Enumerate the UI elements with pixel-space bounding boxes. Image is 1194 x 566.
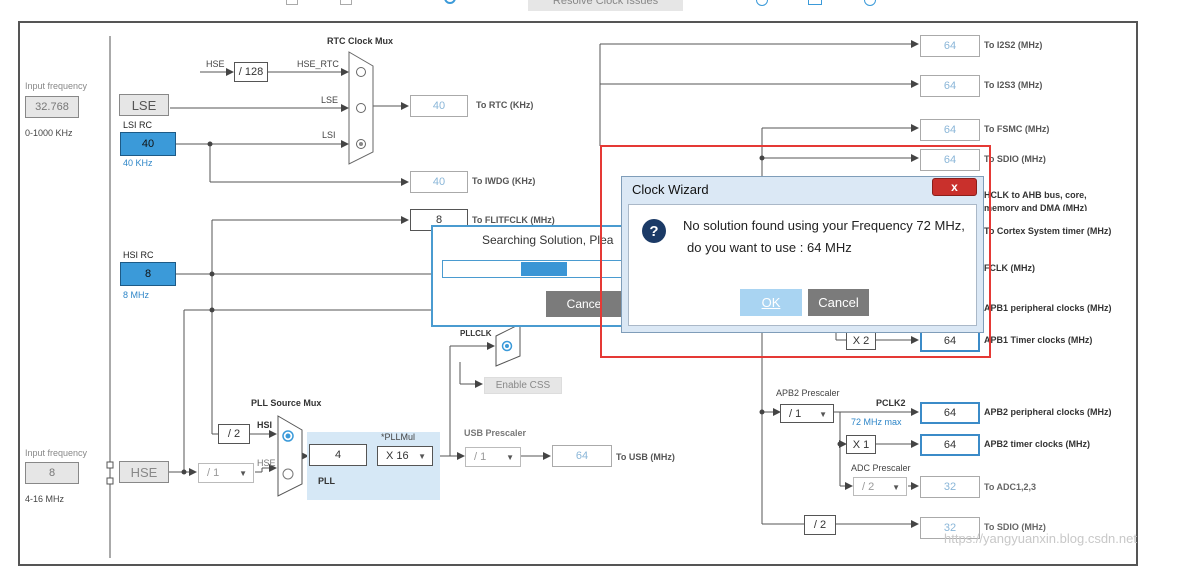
hsi-freq-label: 8 MHz	[123, 290, 150, 300]
sdio-output-label: To SDIO (MHz)	[984, 154, 1046, 164]
pll-hsi-input-label: HSI	[257, 420, 273, 430]
lse-input-frequency-field[interactable]: 32.768	[25, 96, 79, 118]
rtc-output-label: To RTC (KHz)	[476, 100, 534, 110]
i2s2-output-field[interactable]: 64	[920, 35, 980, 57]
chevron-down-icon: ▼	[892, 482, 900, 492]
highlight-frame	[600, 145, 991, 358]
usb-prescaler-select[interactable]: / 1 ▼	[465, 447, 521, 467]
chevron-down-icon: ▼	[239, 469, 247, 478]
lse-block[interactable]: LSE	[119, 94, 169, 116]
pll-source-mux-title: PLL Source Mux	[251, 398, 322, 408]
flitf-output-label: To FLITFCLK (MHz)	[472, 215, 555, 225]
hsi-div2-block: / 2	[218, 424, 250, 444]
iwdg-output-field[interactable]: 40	[410, 171, 468, 193]
lse-input-range: 0-1000 KHz	[25, 128, 73, 138]
hclk-label-line2: memory and DMA (MHz)	[984, 203, 1088, 211]
pclk2-label: PCLK2	[876, 398, 906, 408]
hse-rtc-label: HSE_RTC	[297, 59, 339, 69]
lsi-rc-label: LSI RC	[123, 120, 153, 130]
chevron-down-icon: ▼	[506, 453, 514, 462]
usb-output-label: To USB (MHz)	[616, 452, 675, 462]
rtc-lsi-input-label: LSI	[322, 130, 336, 140]
watermark: https://yangyuanxin.blog.csdn.net	[944, 531, 1137, 546]
hse-block[interactable]: HSE	[119, 461, 169, 483]
pclk2-max-label: 72 MHz max	[851, 417, 902, 427]
pll-hse-input-label: HSE	[257, 458, 276, 468]
pll-label: PLL	[318, 476, 335, 486]
apb2-prescaler-label: APB2 Prescaler	[776, 388, 840, 398]
hse-rtc-source-label: HSE	[206, 59, 225, 69]
fsmc-output-field[interactable]: 64	[920, 119, 980, 141]
chevron-down-icon: ▼	[418, 452, 426, 461]
i2s3-output-field[interactable]: 64	[920, 75, 980, 97]
pllmul-label: *PLLMul	[381, 432, 416, 442]
rtc-mux-title: RTC Clock Mux	[327, 36, 394, 46]
apb2-peripheral-field[interactable]: 64	[920, 402, 980, 424]
search-progress-fill	[521, 262, 567, 276]
apb2-peripheral-label: APB2 peripheral clocks (MHz)	[984, 407, 1112, 417]
cortex-timer-label: To Cortex System timer (MHz)	[984, 226, 1112, 236]
apb2-timer-label: APB2 timer clocks (MHz)	[984, 439, 1091, 449]
sdio-div2-block: / 2	[804, 515, 836, 535]
apb1-peripheral-label: APB1 peripheral clocks (MHz)	[984, 303, 1112, 313]
pll-block	[307, 432, 440, 500]
rtc-lse-input-label: LSE	[321, 95, 339, 105]
usb-prescaler-label: USB Prescaler	[464, 428, 527, 438]
apb2-timer-multiplier: X 1	[846, 435, 876, 454]
adc-prescaler-label: ADC Prescaler	[851, 463, 911, 473]
hsi-rc-label: HSI RC	[123, 250, 154, 260]
hsi-rc-block[interactable]: 8	[120, 262, 176, 286]
pll-input-field: 4	[309, 444, 367, 466]
hclk-label: HCLK to AHB bus, core,	[984, 190, 1087, 200]
hse-prediv-select[interactable]: / 1 ▼	[198, 463, 254, 483]
rtc-output-field[interactable]: 40	[410, 95, 468, 117]
adc-output-label: To ADC1,2,3	[984, 482, 1037, 492]
apb2-timer-field[interactable]: 64	[920, 434, 980, 456]
lsi-rc-block[interactable]: 40	[120, 132, 176, 156]
fclk-label: FCLK (MHz)	[984, 263, 1035, 273]
enable-css-button[interactable]: Enable CSS	[484, 377, 562, 394]
adc-prescaler-select[interactable]: / 2 ▼	[853, 477, 907, 496]
apb2-prescaler-select[interactable]: / 1 ▼	[780, 404, 834, 423]
searching-solution-text: Searching Solution, Plea	[482, 233, 614, 247]
hse-input-frequency-label: Input frequency	[25, 448, 88, 458]
iwdg-output-label: To IWDG (KHz)	[472, 176, 536, 186]
hse-input-frequency-field[interactable]: 8	[25, 462, 79, 484]
lsi-freq-label: 40 KHz	[123, 158, 153, 168]
chevron-down-icon: ▼	[819, 409, 827, 419]
fsmc-output-label: To FSMC (MHz)	[984, 124, 1050, 134]
pllclk-label: PLLCLK	[460, 329, 492, 338]
i2s3-output-label: To I2S3 (MHz)	[984, 80, 1043, 90]
lse-input-frequency-label: Input frequency	[25, 81, 88, 91]
hse-input-range: 4-16 MHz	[25, 494, 65, 504]
hse-div128-block: / 128	[234, 62, 268, 82]
pllmul-select[interactable]: X 16 ▼	[377, 446, 433, 466]
i2s2-output-label: To I2S2 (MHz)	[984, 40, 1043, 50]
adc-output-field[interactable]: 32	[920, 476, 980, 498]
usb-output-field[interactable]: 64	[552, 445, 612, 467]
apb1-timer-label: APB1 Timer clocks (MHz)	[984, 335, 1093, 345]
